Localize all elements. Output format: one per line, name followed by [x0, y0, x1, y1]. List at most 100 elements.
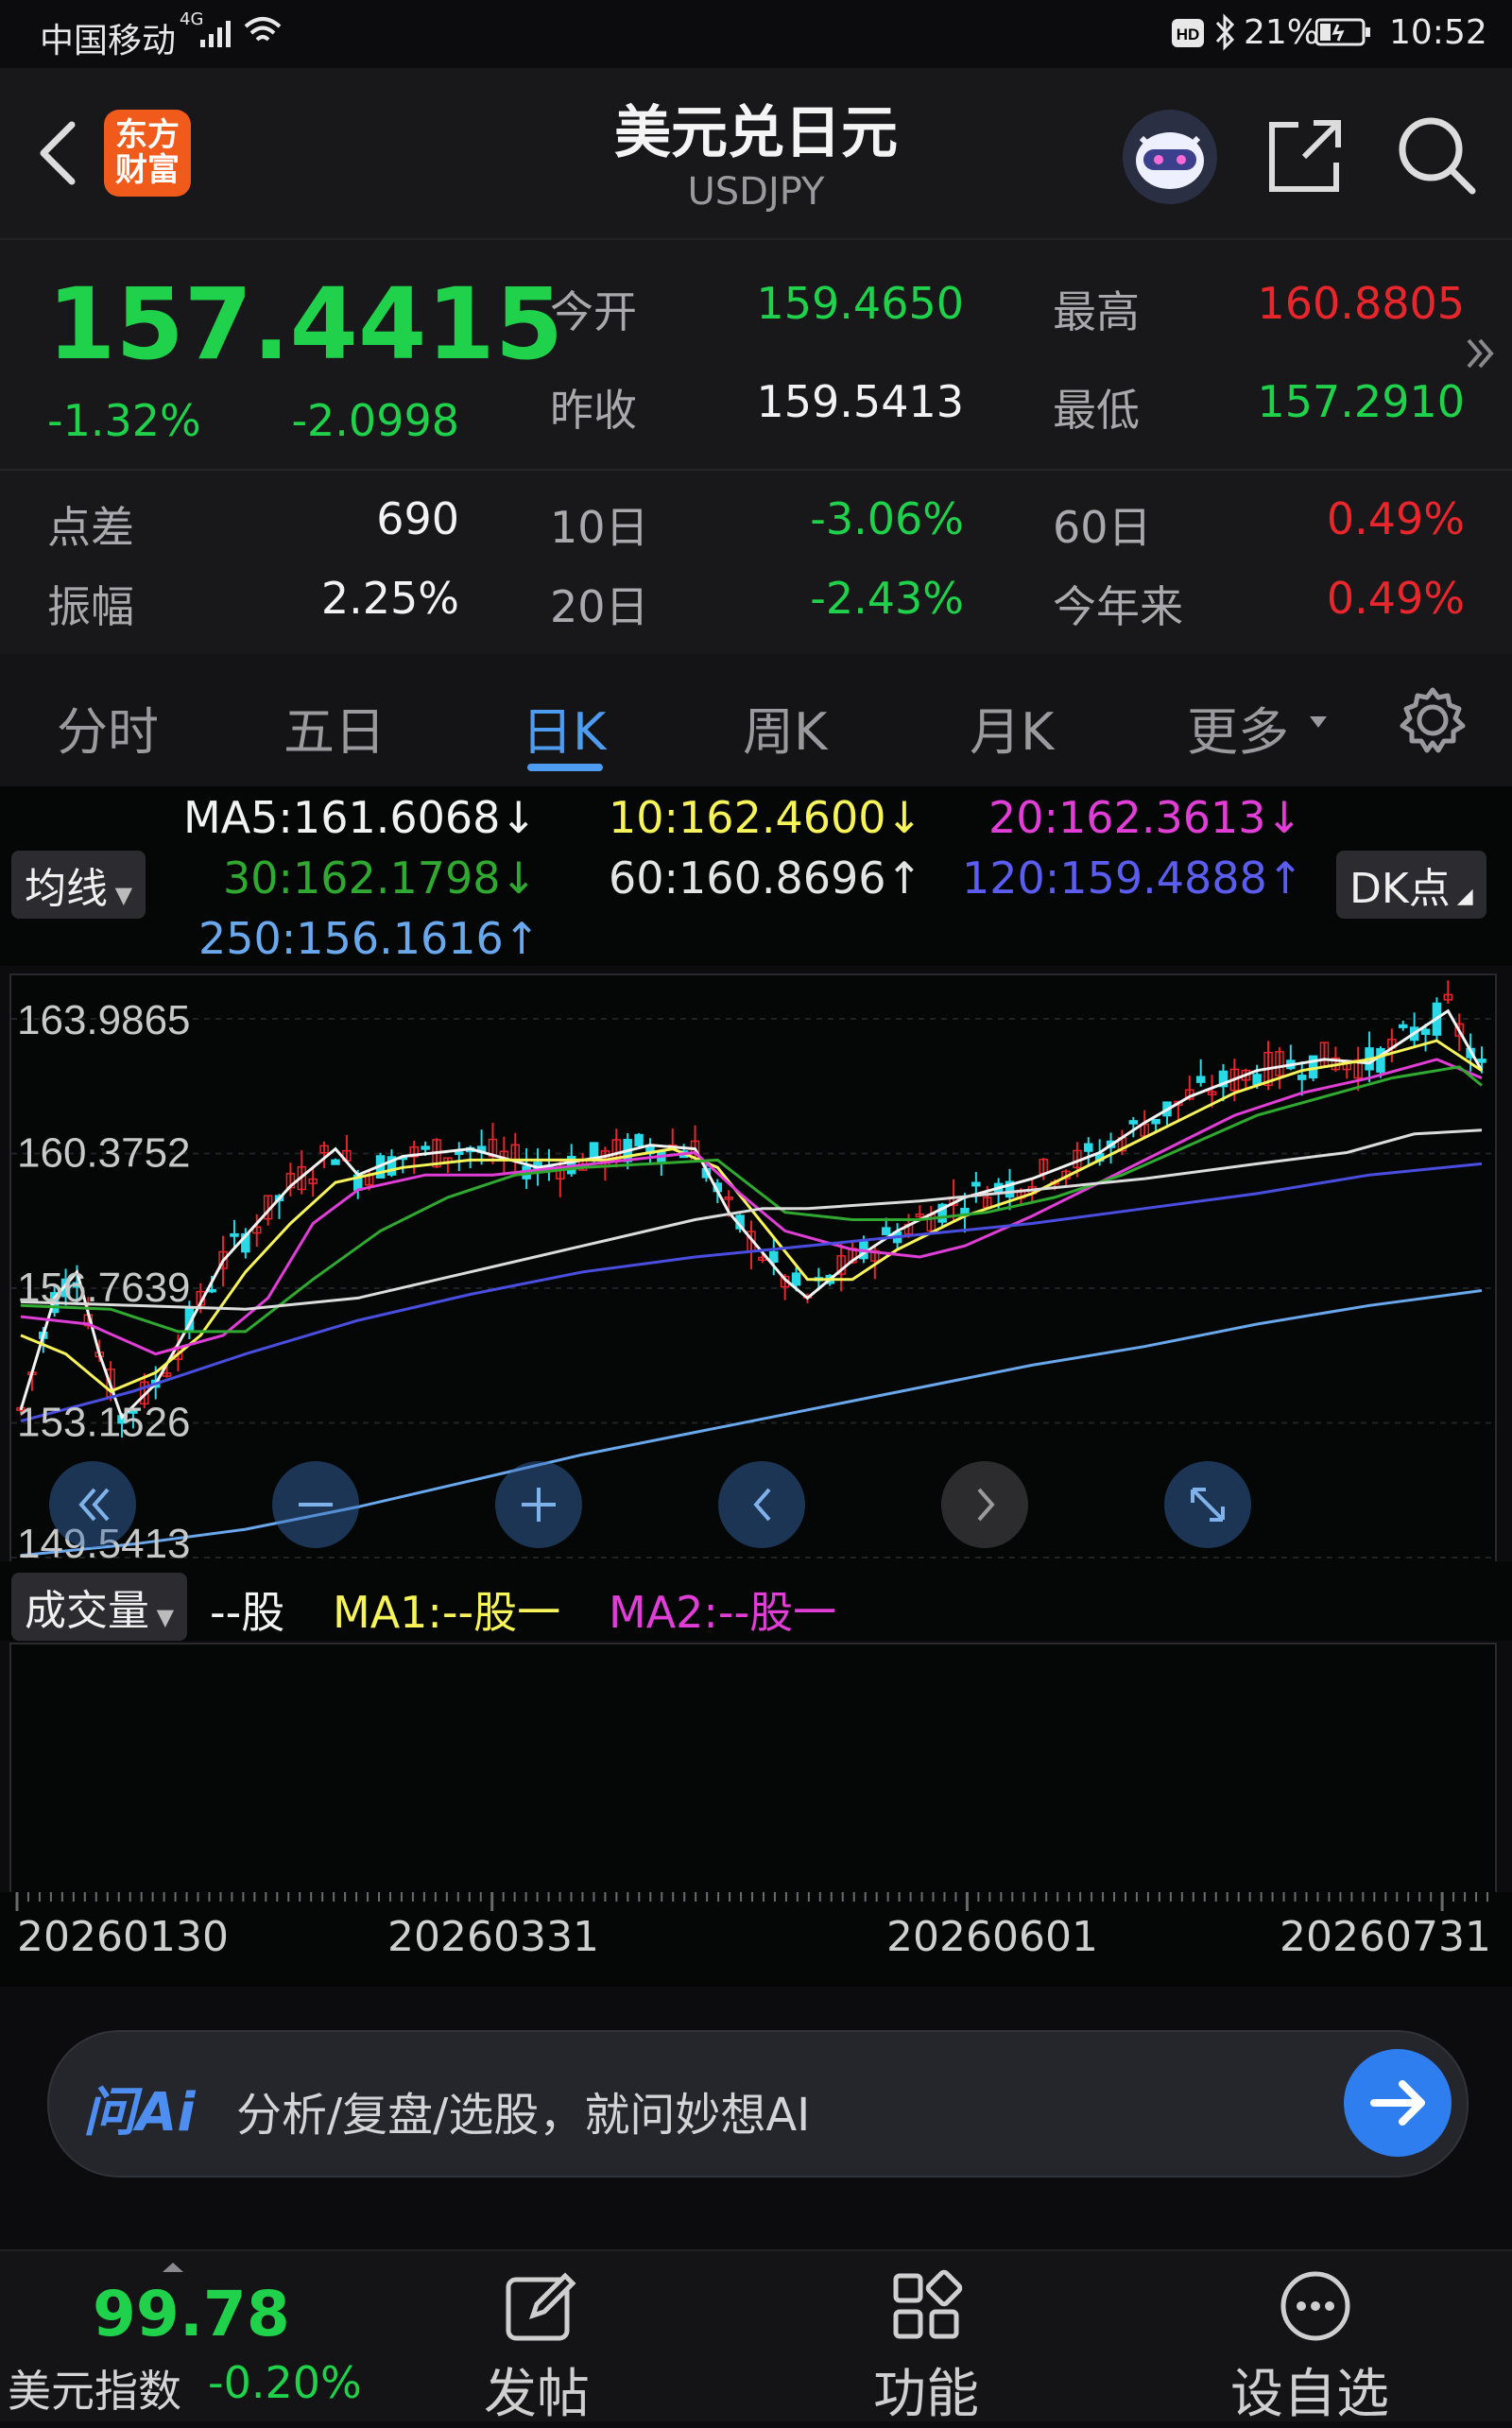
d60-label: 60日: [1053, 502, 1152, 553]
dropdown-arrow-icon: [1310, 716, 1327, 728]
kline-chart[interactable]: 163.9865 160.3752 156.7639 153.1526 149.5413: [9, 973, 1497, 1565]
open-label: 今开: [550, 286, 637, 337]
robot-assistant-icon[interactable]: [1123, 110, 1217, 204]
candle-body: [1297, 1075, 1307, 1080]
low-label: 最低: [1053, 385, 1140, 436]
date-axis: 20260130 20260331 20260601 20260731: [0, 1892, 1512, 1987]
volume-selector-dropdown[interactable]: 成交量 ▼: [11, 1573, 188, 1641]
expand-chevron-icon[interactable]: [1463, 331, 1501, 378]
dropdown-arrow-icon: ▼: [108, 882, 133, 908]
ma5-value: MA5:161.6068↓: [183, 792, 537, 843]
ma120-value: 120:159.4888↑: [962, 852, 1304, 904]
carrier-label: 中国移动: [40, 22, 177, 60]
low-value: 157.2910: [1257, 376, 1466, 427]
price-axis-label: 160.3752: [17, 1129, 191, 1176]
high-label: 最高: [1053, 286, 1140, 337]
candle-body: [881, 1227, 891, 1235]
candle-body: [1477, 1059, 1486, 1063]
candle-body: [634, 1133, 644, 1146]
dollar-index-name: 美元指数: [8, 2366, 181, 2417]
search-icon[interactable]: [1393, 112, 1480, 198]
ma20-value: 20:162.3613↓: [988, 792, 1303, 843]
minus-icon: [299, 1503, 333, 1507]
post-label[interactable]: 发帖: [484, 2351, 590, 2428]
fullscreen-button[interactable]: [1164, 1461, 1251, 1548]
share-icon[interactable]: [1263, 113, 1348, 198]
d10-value: -3.06%: [810, 493, 964, 544]
dollar-index-value[interactable]: 99.78: [93, 2278, 290, 2351]
scroll-left-button[interactable]: [718, 1461, 805, 1548]
tab-weekly-k[interactable]: 周K: [743, 690, 827, 765]
date-ticks: [15, 1892, 1488, 1911]
price-axis-label: 153.1526: [17, 1399, 191, 1445]
ma-legend: MA5:161.6068↓ 10:162.4600↓ 20:162.3613↓ …: [0, 786, 1512, 966]
ai-logo: 问Ai: [83, 2082, 196, 2144]
ma-selector-dropdown[interactable]: 均线 ▼: [11, 851, 146, 919]
tab-intraday[interactable]: 分时: [57, 690, 159, 765]
double-left-icon: [78, 1488, 110, 1522]
candle-body: [589, 1142, 599, 1159]
spread-value: 690: [376, 493, 459, 544]
candle-body: [455, 1151, 464, 1155]
date-label: 20260601: [886, 1913, 1098, 1961]
d20-value: -2.43%: [810, 573, 964, 624]
d20-label: 20日: [550, 581, 649, 632]
active-tab-indicator: [527, 764, 603, 771]
candle-body: [331, 1159, 340, 1165]
prev-close-value: 159.5413: [756, 376, 965, 427]
chevron-right-icon: [977, 1488, 995, 1522]
plus-icon: [522, 1488, 556, 1522]
tab-five-day[interactable]: 五日: [284, 690, 386, 765]
settings-gear-icon[interactable]: [1399, 686, 1467, 754]
function-label[interactable]: 功能: [873, 2351, 979, 2428]
divider: [0, 469, 1512, 471]
volume-chart: [9, 1643, 1497, 1894]
volume-ma1: MA1:--股一: [333, 1587, 561, 1638]
period-tabs: 分时 五日 日K 周K 月K 更多: [0, 654, 1512, 786]
edit-post-icon[interactable]: [501, 2266, 580, 2346]
price-axis-label: 163.9865: [17, 997, 191, 1043]
ma-line-60: [20, 1128, 1483, 1311]
volume-legend: 成交量 ▼ --股 MA1:--股一 MA2:--股一: [0, 1561, 1512, 1641]
more-dots-icon[interactable]: [1276, 2266, 1355, 2346]
ma60-value: 60:160.8696↑: [609, 852, 923, 904]
candle-body: [1252, 1074, 1262, 1085]
watchlist-label[interactable]: 设自选: [1230, 2351, 1389, 2428]
dk-point-button[interactable]: DK点 ◢: [1336, 851, 1486, 919]
tab-daily-k[interactable]: 日K: [522, 690, 606, 765]
candle-body: [207, 1288, 216, 1293]
function-grid-icon[interactable]: [888, 2266, 968, 2346]
change-amount: -2.0998: [291, 395, 459, 446]
scroll-right-button[interactable]: [941, 1461, 1028, 1548]
ai-search-bar[interactable]: 问Ai 分析/复盘/选股，就问妙想AI: [47, 2030, 1469, 2178]
candle-body: [1151, 1118, 1160, 1125]
date-label: 20260331: [387, 1913, 599, 1961]
d60-value: 0.49%: [1326, 493, 1465, 544]
d10-label: 10日: [550, 502, 649, 553]
zoom-in-button[interactable]: [495, 1461, 582, 1548]
open-value: 159.4650: [756, 278, 965, 329]
candle-body: [1420, 1028, 1431, 1035]
ma-selector-label: 均线: [25, 865, 108, 913]
ai-placeholder: 分析/复盘/选股，就问妙想AI: [236, 2089, 811, 2142]
battery-percent: 21%: [1244, 13, 1320, 52]
candle-body: [230, 1232, 239, 1237]
change-percent: -1.32%: [47, 395, 201, 446]
fast-back-button[interactable]: [49, 1461, 136, 1548]
tab-more[interactable]: 更多: [1187, 690, 1289, 765]
chevron-left-icon: [753, 1488, 771, 1522]
candle-body: [791, 1272, 801, 1286]
header: 东方财富 美元兑日元 USDJPY: [0, 68, 1512, 238]
spread-label: 点差: [47, 502, 134, 553]
wifi-icon: [244, 17, 282, 42]
candle-body: [1084, 1143, 1093, 1152]
zoom-out-button[interactable]: [272, 1461, 359, 1548]
volume-selector-label: 成交量: [25, 1587, 149, 1635]
ytd-value: 0.49%: [1326, 573, 1465, 624]
expand-up-icon[interactable]: [159, 2259, 187, 2274]
ma30-value: 30:162.1798↓: [223, 852, 538, 904]
status-bar: 中国移动 4G HD 21% 10:52: [0, 0, 1512, 68]
tab-monthly-k[interactable]: 月K: [970, 690, 1054, 765]
ai-submit-button[interactable]: [1344, 2049, 1452, 2157]
arrow-right-icon: [1370, 2080, 1425, 2126]
